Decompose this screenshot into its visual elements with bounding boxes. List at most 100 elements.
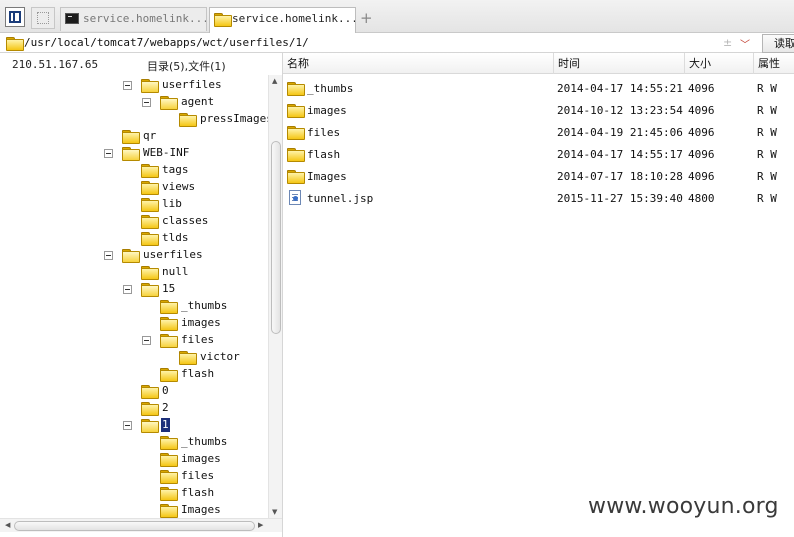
file-name: Images xyxy=(307,170,347,183)
tree-vertical-scrollbar[interactable]: ▲ ▼ xyxy=(268,75,282,518)
tree-item[interactable]: 2 xyxy=(141,400,268,417)
folder-icon xyxy=(141,266,159,280)
tree-item[interactable]: lib xyxy=(141,196,268,213)
scroll-thumb[interactable] xyxy=(271,141,281,334)
tree-item[interactable]: victor xyxy=(179,349,268,366)
column-time[interactable]: 时间 xyxy=(554,53,685,74)
tree-item[interactable]: classes xyxy=(141,213,268,230)
tree-item[interactable]: 15 xyxy=(141,281,268,298)
scroll-down-icon[interactable]: ▼ xyxy=(272,508,277,516)
tree-item-label: lib xyxy=(162,197,182,210)
tree-item[interactable]: images xyxy=(160,451,268,468)
tree-item[interactable]: files xyxy=(160,332,268,349)
path-separator: ± xyxy=(723,36,733,49)
file-name: files xyxy=(307,126,341,139)
column-size[interactable]: 大小 xyxy=(685,53,754,74)
scroll-right-icon[interactable]: ▶ xyxy=(258,521,263,529)
file-attr: R W xyxy=(757,170,777,183)
collapse-toggle-icon[interactable] xyxy=(104,251,113,260)
file-row[interactable]: files 2014-04-19 21:45:06 4096 R W xyxy=(283,122,794,144)
panel-toggle-button[interactable] xyxy=(5,7,25,27)
tree-item[interactable]: 0 xyxy=(141,383,268,400)
tree-item[interactable]: pressImages xyxy=(179,111,268,128)
tree-item-label: WEB-INF xyxy=(143,146,190,159)
file-name: _thumbs xyxy=(307,82,354,95)
tree-item-label: tlds xyxy=(162,231,189,244)
file-time: 2014-04-17 14:55:21 xyxy=(557,82,683,95)
tree-item[interactable]: null xyxy=(141,264,268,281)
scroll-left-icon[interactable]: ◀ xyxy=(5,521,10,529)
tree-item[interactable]: userfiles xyxy=(122,247,268,264)
tree-item[interactable]: agent xyxy=(160,94,268,111)
blank-tab[interactable] xyxy=(31,7,55,29)
tree-horizontal-scrollbar[interactable]: ◀ ▶ xyxy=(0,518,282,532)
tree-item-label: flash xyxy=(181,367,215,380)
tree-item-label: null xyxy=(162,265,189,278)
collapse-toggle-icon[interactable] xyxy=(123,81,132,90)
path-input[interactable] xyxy=(24,35,760,51)
folder-icon xyxy=(141,215,159,229)
folder-open-icon xyxy=(141,79,159,93)
tree-item-label: _thumbs xyxy=(181,299,228,312)
tree-item[interactable]: _thumbs xyxy=(160,434,268,451)
tree-item[interactable]: 1 xyxy=(141,417,268,434)
collapse-toggle-icon[interactable] xyxy=(142,336,151,345)
read-button[interactable]: 读取 xyxy=(762,34,794,53)
tree-item[interactable]: flash xyxy=(160,366,268,383)
file-row[interactable]: tunnel.jsp 2015-11-27 15:39:40 4800 R W xyxy=(283,188,794,210)
tree-item[interactable]: userfiles xyxy=(141,77,268,94)
file-row[interactable]: Images 2014-07-17 18:10:28 4096 R W xyxy=(283,166,794,188)
collapse-toggle-icon[interactable] xyxy=(123,421,132,430)
folder-open-icon xyxy=(122,147,140,161)
folder-icon xyxy=(141,385,159,399)
tree-item[interactable]: Images xyxy=(160,502,268,518)
scroll-thumb[interactable] xyxy=(14,521,255,531)
column-name[interactable]: 名称 xyxy=(283,53,554,74)
collapse-toggle-icon[interactable] xyxy=(142,98,151,107)
tree-item[interactable]: images xyxy=(160,315,268,332)
path-bar: ± ﹀ 读取 xyxy=(0,33,794,53)
folder-icon xyxy=(287,170,305,184)
file-attr: R W xyxy=(757,82,777,95)
tree-item[interactable]: _thumbs xyxy=(160,298,268,315)
tab-label: service.homelink.... xyxy=(232,12,356,25)
file-time: 2014-07-17 18:10:28 xyxy=(557,170,683,183)
file-time: 2014-10-12 13:23:54 xyxy=(557,104,683,117)
collapse-toggle-icon[interactable] xyxy=(123,285,132,294)
tree-item[interactable]: files xyxy=(160,468,268,485)
scroll-up-icon[interactable]: ▲ xyxy=(272,77,277,85)
column-attr[interactable]: 属性 xyxy=(754,53,794,74)
folder-icon xyxy=(287,104,305,118)
file-row[interactable]: flash 2014-04-17 14:55:17 4096 R W xyxy=(283,144,794,166)
tree-item-label: _thumbs xyxy=(181,435,228,448)
tree-item[interactable]: tags xyxy=(141,162,268,179)
file-row[interactable]: _thumbs 2014-04-17 14:55:21 4096 R W xyxy=(283,78,794,100)
folder-icon xyxy=(287,126,305,140)
tree-item[interactable]: WEB-INF xyxy=(122,145,268,162)
folder-icon xyxy=(141,181,159,195)
tree-item[interactable]: tlds xyxy=(141,230,268,247)
tab-file-manager[interactable]: service.homelink.... xyxy=(209,7,356,33)
file-name: flash xyxy=(307,148,341,161)
new-tab-button[interactable]: + xyxy=(360,9,373,27)
file-row[interactable]: images 2014-10-12 13:23:54 4096 R W xyxy=(283,100,794,122)
host-ip: 210.51.167.65 xyxy=(12,58,99,71)
tree-item-label: images xyxy=(181,316,221,329)
tree-item-label: classes xyxy=(162,214,209,227)
folder-icon xyxy=(160,504,178,518)
folder-icon xyxy=(141,198,159,212)
tree-item-label: images xyxy=(181,452,221,465)
collapse-toggle-icon[interactable] xyxy=(104,149,113,158)
file-size: 4800 xyxy=(688,192,715,205)
tree-item[interactable]: qr xyxy=(122,128,268,145)
chevron-down-icon[interactable]: ﹀ xyxy=(740,36,750,51)
file-size: 4096 xyxy=(688,148,715,161)
folder-icon xyxy=(141,164,159,178)
tree-item[interactable]: flash xyxy=(160,485,268,502)
tree-item-label: userfiles xyxy=(162,78,222,91)
folder-icon xyxy=(287,148,305,162)
folder-icon xyxy=(287,82,305,97)
tree-item[interactable]: views xyxy=(141,179,268,196)
folder-icon xyxy=(160,368,178,382)
tab-terminal[interactable]: service.homelink.... xyxy=(60,7,207,31)
